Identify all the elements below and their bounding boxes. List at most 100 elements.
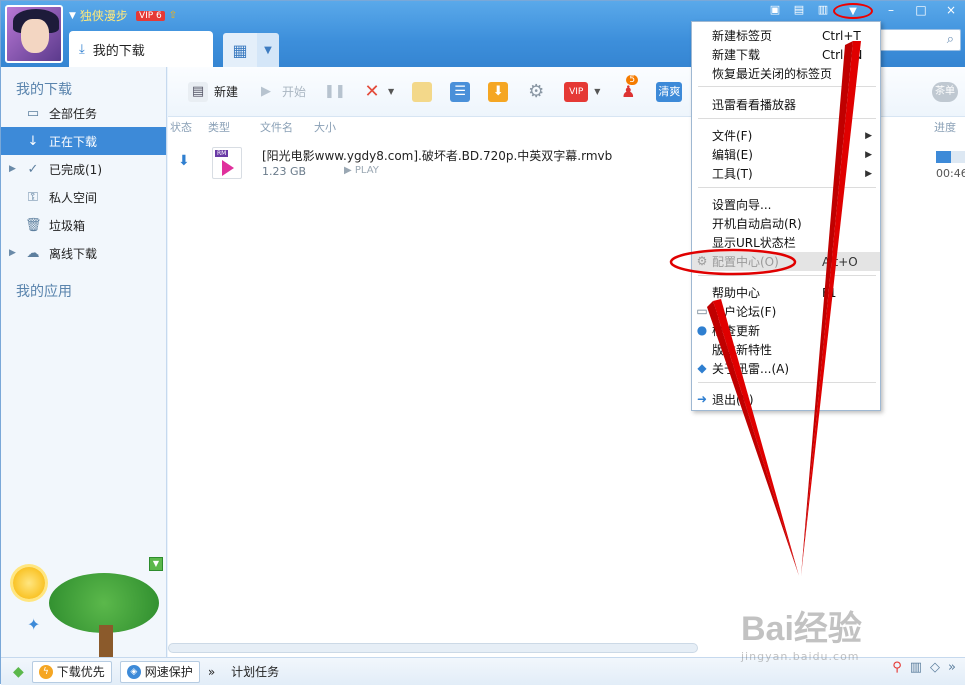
sidebar-item-all-tasks[interactable]: ▭ 全部任务	[1, 99, 166, 127]
skin-icon[interactable]: ▣	[766, 3, 784, 19]
download-arrow-icon: ↓	[27, 133, 39, 149]
expand-more-icon[interactable]: »	[948, 660, 956, 675]
clean-button[interactable]: 茶单	[926, 77, 964, 107]
user-info[interactable]: ▼ 独侠漫步 VIP 6 ⇧	[69, 7, 177, 24]
menu-item-autostart[interactable]: 开机自动启动(R)	[692, 214, 880, 233]
list-icon: ☰	[450, 81, 471, 102]
tree-crown	[49, 573, 159, 633]
download-icon: ⤓	[79, 41, 85, 57]
download-priority-button[interactable]: ϟ 下载优先	[31, 660, 112, 683]
menu-item-help[interactable]: 帮助中心 F1	[692, 283, 880, 302]
menu-label: 配置中心(O)	[712, 255, 779, 269]
menu-label: 新建标签页	[712, 29, 773, 43]
new-file-icon: ▤	[188, 81, 208, 102]
sidebar-item-completed[interactable]: ▶ ✓ 已完成(1)	[1, 155, 166, 183]
menu-label: 文件(F)	[712, 129, 753, 143]
tab-dropdown-icon[interactable]: ▼	[257, 33, 279, 67]
lock-icon: ⚿	[28, 189, 38, 205]
horizontal-scrollbar[interactable]	[168, 643, 698, 653]
speed-protect-button[interactable]: ◈ 网速保护	[119, 660, 200, 683]
start-button[interactable]: ▶ 开始	[250, 77, 312, 107]
floating-window-icon[interactable]: ◇	[930, 660, 940, 675]
open-folder-button[interactable]	[406, 77, 438, 107]
game-button[interactable]: ♟ 5	[612, 74, 644, 107]
expand-icon[interactable]: ▶	[9, 164, 16, 174]
menu-label: 迅雷看看播放器	[712, 98, 797, 112]
sidebar-item-private[interactable]: ⚿ 私人空间	[1, 183, 166, 211]
downloading-arrow-icon: ⬇	[178, 153, 190, 169]
menu-item-file[interactable]: 文件(F) ▶	[692, 126, 880, 145]
shirt-icon[interactable]: ▥	[814, 3, 832, 19]
menu-item-tools[interactable]: 工具(T) ▶	[692, 164, 880, 183]
menu-item-edit[interactable]: 编辑(E) ▶	[692, 145, 880, 164]
tab-my-downloads[interactable]: ⤓ 我的下载	[69, 31, 213, 67]
rmvb-file-icon: RM	[212, 147, 242, 179]
game-count-badge: 5	[626, 74, 639, 85]
gear-icon: ⚙	[528, 80, 545, 102]
menu-item-setup-wizard[interactable]: 设置向导...	[692, 195, 880, 214]
avatar[interactable]	[5, 5, 63, 63]
new-button[interactable]: ▤ 新建	[182, 77, 244, 107]
quality-button[interactable]: 清爽	[650, 77, 688, 107]
clean-label: 茶单	[932, 81, 958, 102]
menu-item-config-center[interactable]: ⚙ 配置中心(O) Alt+O	[692, 252, 880, 271]
download-manage-button[interactable]: ⬇	[482, 77, 514, 107]
sidebar-item-offline[interactable]: ▶ ☁ 离线下载	[1, 239, 166, 267]
maximize-icon[interactable]: □	[906, 1, 936, 19]
menu-item-new-tab[interactable]: 新建标签页 Ctrl+T	[692, 26, 880, 45]
collapse-icon[interactable]: ▼	[149, 557, 163, 571]
menu-item-new-download[interactable]: 新建下载 Ctrl+N	[692, 45, 880, 64]
expand-icon[interactable]: ▶	[9, 248, 16, 258]
vip-badge[interactable]: VIP 6	[135, 10, 165, 21]
submenu-arrow-icon: ▶	[865, 168, 872, 179]
menu-item-url-bar[interactable]: 显示URL状态栏	[692, 233, 880, 252]
checkmark-icon: ✓	[27, 161, 39, 177]
schedule-task-link[interactable]: 计划任务	[231, 663, 279, 680]
menu-label: 新建下载	[712, 48, 761, 62]
menu-label: 设置向导...	[712, 198, 772, 212]
search-icon[interactable]: ⌕	[947, 32, 954, 47]
joystick-icon: ♟	[621, 81, 636, 101]
column-progress[interactable]: 进度	[934, 119, 956, 135]
menu-item-restore-tab[interactable]: 恢复最近关闭的标签页	[692, 64, 880, 83]
main-menu-button[interactable]: ▼	[833, 3, 873, 19]
message-icon[interactable]: ▤	[790, 3, 808, 19]
properties-button[interactable]: ☰	[444, 77, 476, 107]
baidu-watermark: Bai经验 jingyan.baidu.com	[741, 601, 862, 663]
sidebar-item-label: 全部任务	[49, 106, 98, 121]
menu-label: 检查更新	[712, 324, 761, 338]
more-button[interactable]: »	[208, 665, 215, 679]
menu-item-forum[interactable]: ▭ 用户论坛(F)	[692, 302, 880, 321]
avatar-face	[21, 19, 49, 53]
pause-icon: ❚❚	[324, 83, 346, 99]
sidebar-item-downloading[interactable]: ↓ 正在下载	[1, 127, 166, 155]
pause-button[interactable]: ❚❚	[318, 77, 350, 107]
new-label: 新建	[214, 85, 239, 99]
column-size[interactable]: 大小	[314, 119, 336, 135]
menu-item-player[interactable]: 迅雷看看播放器	[692, 95, 880, 114]
grid-view-icon[interactable]: ▦	[223, 33, 257, 67]
play-button[interactable]: ▶ PLAY	[344, 165, 379, 176]
sidebar-item-trash[interactable]: 🗑 垃圾箱	[1, 211, 166, 239]
close-icon[interactable]: ×	[936, 1, 965, 19]
location-pin-icon[interactable]: ⚲	[892, 660, 902, 675]
watermark-brand: Bai经验	[741, 610, 862, 648]
column-type[interactable]: 类型	[208, 119, 230, 135]
vip-button[interactable]: VIP ▼	[558, 77, 606, 107]
menu-item-check-update[interactable]: ● 检查更新	[692, 321, 880, 340]
minimize-icon[interactable]: –	[876, 1, 906, 19]
thunder-window: ▼ 独侠漫步 VIP 6 ⇧ ⤓ 我的下载 ▦ ▼ ▣ ▤ ▥ ▼ – □ × …	[0, 0, 965, 685]
leaf-icon[interactable]: ◆	[13, 664, 24, 680]
menu-item-whats-new[interactable]: 版本新特性	[692, 340, 880, 359]
column-filename[interactable]: 文件名	[260, 119, 293, 135]
menu-item-about[interactable]: ◆ 关于迅雷...(A)	[692, 359, 880, 378]
bar-chart-icon[interactable]: ▥	[910, 660, 922, 675]
column-status[interactable]: 状态	[170, 119, 192, 135]
task-filename: [阳光电影www.ygdy8.com].破坏者.BD.720p.中英双字幕.rm…	[262, 149, 613, 163]
menu-label: 工具(T)	[712, 167, 753, 181]
settings-button[interactable]: ⚙	[520, 77, 552, 107]
growth-tree[interactable]: ✦ ▼	[1, 553, 167, 657]
sidebar-apps-title[interactable]: 我的应用	[1, 267, 166, 301]
delete-button[interactable]: ✕ ▼	[356, 77, 400, 107]
menu-item-exit[interactable]: ➜ 退出(X)	[692, 390, 880, 409]
